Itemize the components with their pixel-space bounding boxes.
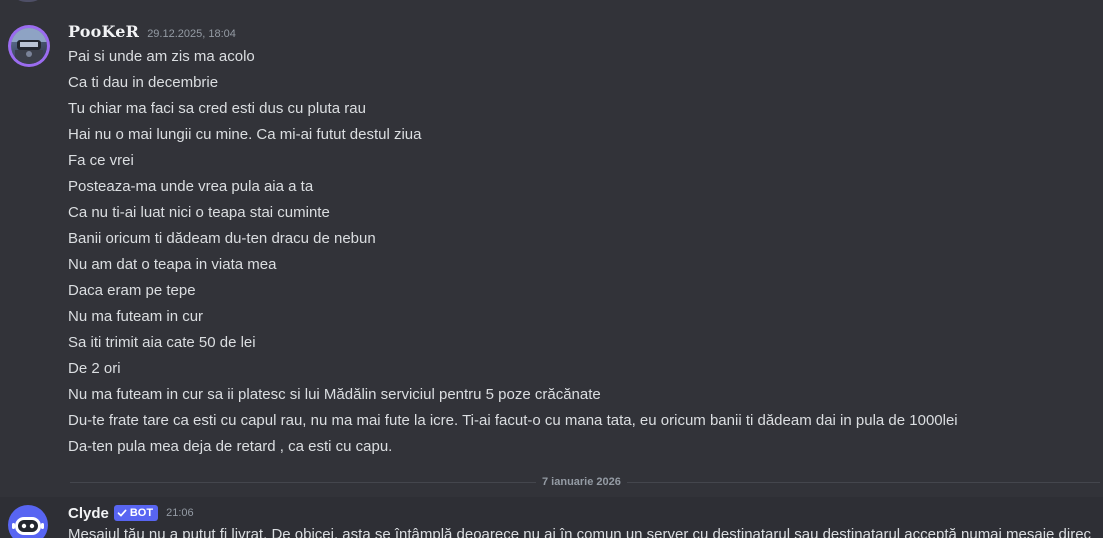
message-line: Pai si unde am zis ma acolo: [68, 48, 255, 65]
message-line: Du-te frate tare ca esti cu capul rau, n…: [68, 412, 958, 429]
username[interactable]: PooKeR: [68, 22, 139, 41]
message-line: Sa iti trimit aia cate 50 de lei: [68, 334, 256, 351]
clyde-robot-icon: [12, 517, 44, 535]
bot-avatar[interactable]: [8, 505, 48, 538]
bot-message: Clyde BOT 21:06 Mesajul tău nu a putut f…: [0, 497, 1103, 538]
message-line: Nu am dat o teapa in viata mea: [68, 256, 277, 273]
user-avatar[interactable]: [8, 25, 50, 67]
checkmark-icon: [117, 509, 127, 517]
bot-timestamp[interactable]: 21:06: [166, 507, 194, 519]
message-line: Ca ti dau in decembrie: [68, 74, 219, 91]
message-line: Tu chiar ma faci sa cred esti dus cu plu…: [68, 100, 366, 117]
previous-avatar[interactable]: [10, 0, 46, 2]
message-line: Banii oricum ti dădeam du-ten dracu de n…: [68, 230, 376, 247]
message-line: Hai nu o mai lungii cu mine. Ca mi-ai fu…: [68, 126, 422, 143]
message-line: Nu ma futeam in cur: [68, 308, 204, 325]
bot-badge-label: BOT: [129, 507, 154, 519]
chat-messages: PooKeR 29.12.2025, 18:04 Pai si unde am …: [0, 0, 1103, 538]
timestamp[interactable]: 29.12.2025, 18:04: [147, 28, 236, 40]
message-line: Ca nu ti-ai luat nici o teapa stai cumin…: [68, 204, 330, 221]
message-line: Nu ma futeam in cur sa ii platesc si lui…: [68, 386, 601, 403]
message-line: De 2 ori: [68, 360, 121, 377]
bot-username[interactable]: Clyde: [68, 505, 109, 522]
bot-message-text: Mesajul tău nu a putut fi livrat. De obi…: [68, 526, 1092, 538]
message-lines: Pai si unde am zis ma acolo Ca ti dau in …: [68, 44, 958, 460]
message-line: Da-ten pula mea deja de retard , ca esti…: [68, 438, 393, 455]
message-header: PooKeR 29.12.2025, 18:04: [68, 22, 236, 44]
message-line: Posteaza-ma unde vrea pula aia a ta: [68, 178, 314, 195]
avatar-image: [11, 28, 47, 64]
date-divider: 7 ianuarie 2026: [536, 475, 627, 489]
message-line: Fa ce vrei: [68, 152, 134, 169]
bot-badge: BOT: [113, 505, 159, 521]
bot-message-header: Clyde BOT 21:06: [68, 503, 194, 523]
message-line: Daca eram pe tepe: [68, 282, 196, 299]
